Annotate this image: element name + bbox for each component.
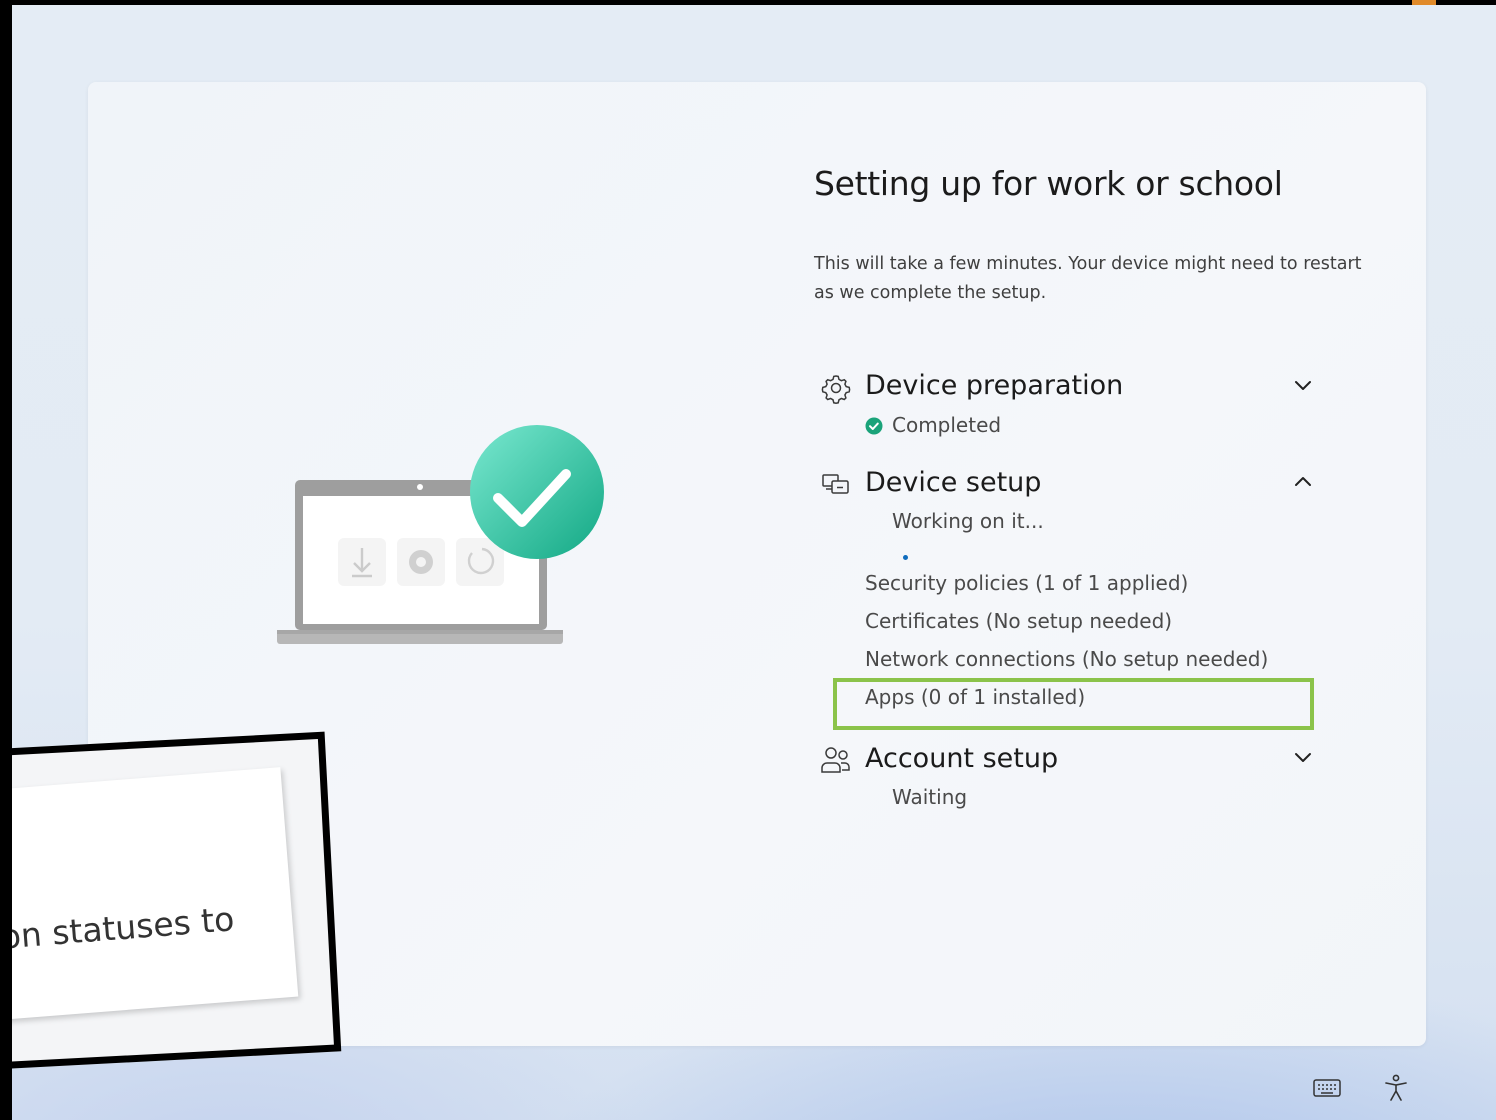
laptop-illustration bbox=[277, 425, 604, 644]
zoom-callout: on statuses to bbox=[0, 731, 342, 1070]
chevron-down-icon[interactable] bbox=[1292, 374, 1314, 396]
callout-paper: on statuses to bbox=[0, 767, 299, 1020]
list-item-certificates: Certificates (No setup needed) bbox=[865, 609, 1173, 633]
corner-accent bbox=[1412, 0, 1436, 5]
device-preparation-status: Completed bbox=[892, 413, 1002, 437]
accessibility-icon[interactable] bbox=[1380, 1072, 1412, 1104]
keyboard-icon[interactable] bbox=[1311, 1072, 1343, 1104]
apps-highlight-box bbox=[833, 678, 1314, 730]
progress-indicator bbox=[903, 555, 908, 560]
section-device-setup-title[interactable]: Device setup bbox=[865, 467, 1041, 498]
chevron-down-icon[interactable] bbox=[1292, 746, 1314, 768]
section-account-setup-title[interactable]: Account setup bbox=[865, 743, 1058, 774]
gear-icon bbox=[821, 375, 851, 404]
list-item-security-policies: Security policies (1 of 1 applied) bbox=[865, 571, 1189, 595]
page-title: Setting up for work or school bbox=[814, 164, 1283, 203]
device-setup-status: Working on it... bbox=[892, 509, 1044, 533]
chevron-up-icon[interactable] bbox=[1292, 471, 1314, 493]
people-icon bbox=[821, 747, 850, 773]
section-device-preparation-title[interactable]: Device preparation bbox=[865, 370, 1123, 401]
callout-text: on statuses to bbox=[0, 899, 236, 957]
account-setup-status: Waiting bbox=[892, 785, 968, 809]
completed-check-icon bbox=[865, 417, 883, 435]
page-subtitle: This will take a few minutes. Your devic… bbox=[814, 254, 1362, 303]
list-item-network-connections: Network connections (No setup needed) bbox=[865, 647, 1269, 671]
device-setup-icon bbox=[822, 474, 849, 494]
